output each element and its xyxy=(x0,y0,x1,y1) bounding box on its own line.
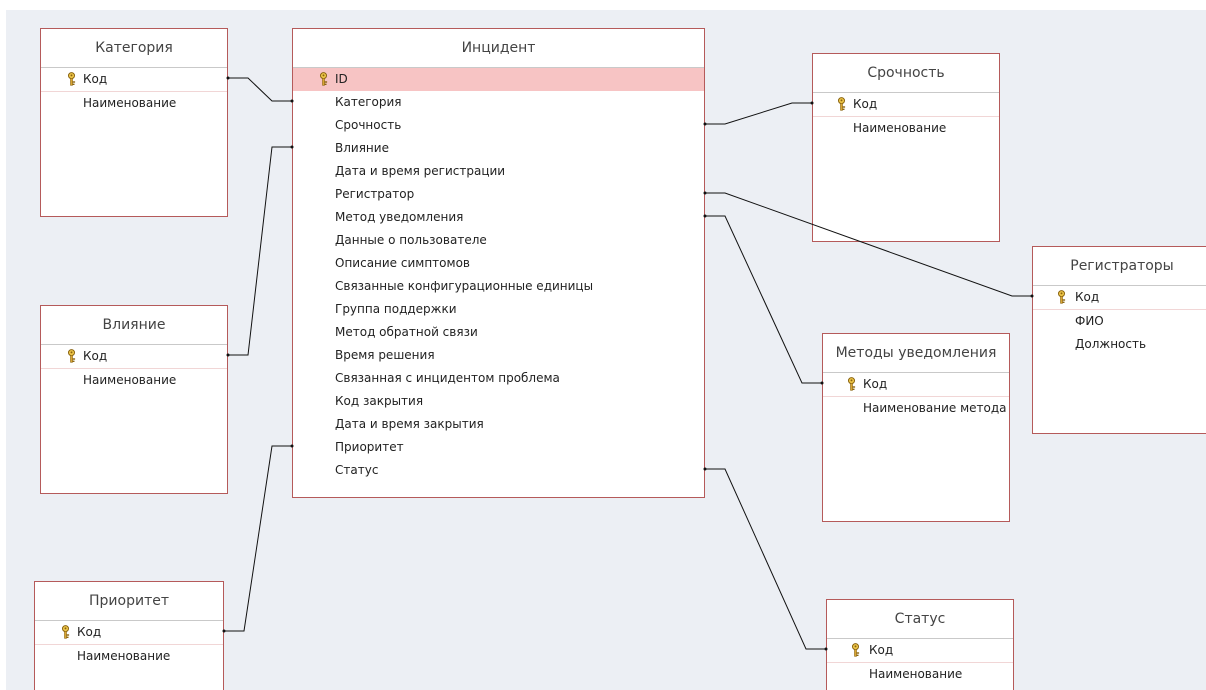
table-title[interactable]: Статус xyxy=(827,600,1013,639)
key-icon xyxy=(62,625,70,639)
table-field[interactable]: Наименование xyxy=(41,92,227,115)
field-name: Дата и время закрытия xyxy=(335,417,484,431)
table-field[interactable]: Метод обратной связи xyxy=(293,321,704,344)
field-name: Метод обратной связи xyxy=(335,325,478,339)
field-name: Наименование xyxy=(869,667,963,681)
primary-key-field[interactable]: Код xyxy=(813,93,999,117)
table-srochnost[interactable]: Срочность Код Наименование xyxy=(812,53,1000,242)
field-name: Статус xyxy=(335,463,379,477)
primary-key-field[interactable]: Код xyxy=(827,639,1013,663)
table-field[interactable]: Приоритет xyxy=(293,436,704,459)
field-name: Наименование метода xyxy=(863,401,1007,415)
field-name: Связанная с инцидентом проблема xyxy=(335,371,560,385)
table-title[interactable]: Категория xyxy=(41,29,227,68)
table-field[interactable]: Связанные конфигурационные единицы xyxy=(293,275,704,298)
field-name: Срочность xyxy=(335,118,402,132)
table-field[interactable]: ФИО xyxy=(1033,310,1206,333)
key-icon xyxy=(852,643,860,657)
table-field[interactable]: Описание симптомов xyxy=(293,252,704,275)
field-name: Влияние xyxy=(335,141,389,155)
primary-key-field[interactable]: Код xyxy=(41,68,227,92)
table-field[interactable]: Наименование xyxy=(827,663,1013,686)
field-name: Код xyxy=(1075,290,1100,304)
field-name: ФИО xyxy=(1075,314,1104,328)
field-name: Описание симптомов xyxy=(335,256,470,270)
table-field[interactable]: Влияние xyxy=(293,137,704,160)
field-name: Время решения xyxy=(335,348,435,362)
table-field[interactable]: Дата и время регистрации xyxy=(293,160,704,183)
field-name: Данные о пользователе xyxy=(335,233,487,247)
key-icon xyxy=(68,349,76,363)
primary-key-field[interactable]: Код xyxy=(823,373,1009,397)
field-name: Должность xyxy=(1075,337,1147,351)
table-field[interactable]: Должность xyxy=(1033,333,1206,356)
table-field[interactable]: Данные о пользователе xyxy=(293,229,704,252)
table-title[interactable]: Приоритет xyxy=(35,582,223,621)
table-field[interactable]: Дата и время закрытия xyxy=(293,413,704,436)
field-name: Приоритет xyxy=(335,440,404,454)
table-title[interactable]: Влияние xyxy=(41,306,227,345)
table-field[interactable]: Наименование xyxy=(35,645,223,668)
table-field[interactable]: Наименование xyxy=(813,117,999,140)
field-name: Регистратор xyxy=(335,187,415,201)
field-name: Код xyxy=(869,643,894,657)
field-name: Код xyxy=(863,377,888,391)
table-title[interactable]: Методы уведомления xyxy=(823,334,1009,373)
table-field[interactable]: Метод уведомления xyxy=(293,206,704,229)
field-name: Код xyxy=(853,97,878,111)
field-name: Наименование xyxy=(77,649,171,663)
table-metody[interactable]: Методы уведомления Код Наименование метода xyxy=(822,333,1010,522)
field-name: Категория xyxy=(335,95,402,109)
primary-key-field[interactable]: Код xyxy=(1033,286,1206,310)
table-vliyanie[interactable]: Влияние Код Наименование xyxy=(40,305,228,494)
field-name: Наименование xyxy=(853,121,947,135)
field-name: Метод уведомления xyxy=(335,210,464,224)
primary-key-field[interactable]: Код xyxy=(41,345,227,369)
table-title[interactable]: Срочность xyxy=(813,54,999,93)
table-prioritet[interactable]: Приоритет Код Наименование xyxy=(34,581,224,690)
key-icon xyxy=(838,97,846,111)
field-name: Код xyxy=(83,349,108,363)
key-icon xyxy=(68,72,76,86)
relationships-canvas: Категория Код Наименование Инцидент ID Катего… xyxy=(6,10,1206,690)
table-field[interactable]: Срочность xyxy=(293,114,704,137)
table-registratory[interactable]: Регистраторы Код ФИО Должность xyxy=(1032,246,1206,434)
table-field[interactable]: Категория xyxy=(293,91,704,114)
field-name: Связанные конфигурационные единицы xyxy=(335,279,594,293)
table-field[interactable]: Наименование xyxy=(41,369,227,392)
table-status[interactable]: Статус Код Наименование xyxy=(826,599,1014,690)
field-name: Дата и время регистрации xyxy=(335,164,506,178)
field-name: Наименование xyxy=(83,373,177,387)
field-name: Код закрытия xyxy=(335,394,424,408)
primary-key-field[interactable]: ID xyxy=(293,68,704,91)
field-name: Код xyxy=(77,625,102,639)
field-name: ID xyxy=(335,72,348,86)
table-field[interactable]: Группа поддержки xyxy=(293,298,704,321)
key-icon xyxy=(1058,290,1066,304)
table-kategoriya[interactable]: Категория Код Наименование xyxy=(40,28,228,217)
primary-key-field[interactable]: Код xyxy=(35,621,223,645)
table-title[interactable]: Регистраторы xyxy=(1033,247,1206,286)
table-field[interactable]: Связанная с инцидентом проблема xyxy=(293,367,704,390)
table-title[interactable]: Инцидент xyxy=(293,29,704,68)
table-field[interactable]: Регистратор xyxy=(293,183,704,206)
key-icon xyxy=(320,72,328,86)
field-name: Наименование xyxy=(83,96,177,110)
key-icon xyxy=(848,377,856,391)
table-field[interactable]: Код закрытия xyxy=(293,390,704,413)
table-incident[interactable]: Инцидент ID Категория Срочность Влияние Дата … xyxy=(292,28,705,498)
table-field[interactable]: Статус xyxy=(293,459,704,482)
field-name: Группа поддержки xyxy=(335,302,457,316)
field-name: Код xyxy=(83,72,108,86)
table-field[interactable]: Время решения xyxy=(293,344,704,367)
table-field[interactable]: Наименование метода xyxy=(823,397,1009,420)
